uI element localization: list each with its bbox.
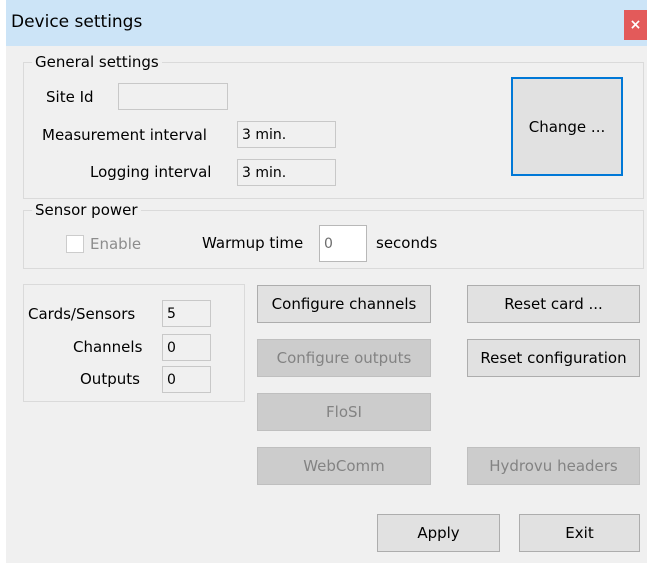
configure-channels-button[interactable]: Configure channels <box>257 285 431 323</box>
seconds-label: seconds <box>376 234 438 252</box>
measurement-interval-field: 3 min. <box>237 121 336 148</box>
window-title: Device settings <box>11 12 143 32</box>
outputs-label: Outputs <box>80 370 140 388</box>
webcomm-button: WebComm <box>257 447 431 485</box>
cards-sensors-field: 5 <box>162 300 211 327</box>
enable-label: Enable <box>90 235 142 253</box>
device-settings-dialog: Device settings × General settings Site … <box>6 0 647 563</box>
exit-button[interactable]: Exit <box>519 514 640 552</box>
site-id-field[interactable] <box>118 83 228 110</box>
site-id-label: Site Id <box>46 88 94 106</box>
close-icon: × <box>629 17 642 33</box>
apply-button[interactable]: Apply <box>377 514 500 552</box>
channels-label: Channels <box>73 338 143 356</box>
flosi-button: FloSI <box>257 393 431 431</box>
title-bar: Device settings × <box>6 0 647 46</box>
warmup-time-label: Warmup time <box>202 234 304 252</box>
configure-outputs-button: Configure outputs <box>257 339 431 377</box>
logging-interval-field: 3 min. <box>237 159 336 186</box>
channels-field: 0 <box>162 334 211 361</box>
sensor-power-title: Sensor power <box>32 200 141 220</box>
cards-sensors-label: Cards/Sensors <box>28 305 136 323</box>
close-button[interactable]: × <box>624 10 647 40</box>
hydrovu-headers-button: Hydrovu headers <box>467 447 640 485</box>
general-settings-title: General settings <box>32 52 162 72</box>
warmup-time-input[interactable]: 0 <box>319 225 367 262</box>
change-button[interactable]: Change ... <box>511 77 623 176</box>
outputs-field: 0 <box>162 366 211 393</box>
reset-card-button[interactable]: Reset card ... <box>467 285 640 323</box>
reset-configuration-button[interactable]: Reset configuration <box>467 339 640 377</box>
logging-interval-label: Logging interval <box>90 163 212 181</box>
enable-checkbox[interactable] <box>66 235 84 253</box>
measurement-interval-label: Measurement interval <box>42 126 207 144</box>
